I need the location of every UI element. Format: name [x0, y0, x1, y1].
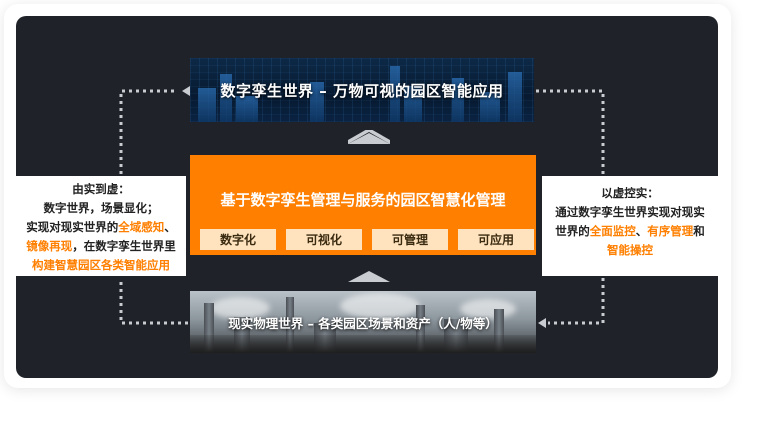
virtual-to-real-box: 以虚控实： 通过数字孪生世界实现对现实 世界的全面监控、有序管理和 智能操控 — [542, 176, 718, 276]
highlight-text: 全面监控 — [589, 224, 636, 238]
chip-manageable: 可管理 — [372, 229, 448, 250]
highlight-text: 镜像再现 — [26, 239, 73, 253]
digital-world-banner: 数字孪生世界 – 万物可视的园区智能应用 — [190, 58, 534, 122]
left-connector-upper — [119, 89, 178, 174]
right-box-line: 世界的全面监控、有序管理和 — [542, 222, 718, 241]
right-connector-upper — [536, 89, 605, 174]
right-connector-lower — [548, 278, 605, 325]
left-box-text: 、 — [164, 220, 176, 234]
left-box-text: 实现对现实世界的 — [26, 220, 119, 234]
right-box-text: 世界的 — [555, 224, 590, 238]
right-box-text: 和 — [693, 224, 705, 238]
right-box-text: 、 — [635, 224, 648, 238]
left-box-line: 实现对现实世界的全域感知、 — [16, 218, 186, 237]
chip-applicable: 可应用 — [458, 229, 534, 250]
real-to-virtual-box: 由实到虚： 数字世界，场景显化； 实现对现实世界的全域感知、 镜像再现，在数字孪… — [16, 176, 186, 276]
core-title: 基于数字孪生管理与服务的园区智慧化管理 — [220, 191, 506, 209]
right-box-heading: 以虚控实： — [601, 186, 659, 200]
left-box-heading: 由实到虚： — [72, 182, 130, 196]
left-box-line: 构建智慧园区各类智能应用 — [16, 256, 186, 275]
core-management-box: 基于数字孪生管理与服务的园区智慧化管理 数字化 可视化 可管理 可应用 — [190, 155, 536, 255]
highlight-text: 构建智慧园区各类智能应用 — [32, 258, 170, 272]
digital-world-title: 数字孪生世界 – 万物可视的园区智能应用 — [220, 81, 504, 100]
chevron-up-icon — [348, 271, 390, 282]
physical-world-banner: 现实物理世界 – 各类园区场景和资产（人/物等） — [190, 291, 536, 353]
highlight-text: 全域感知 — [118, 220, 165, 234]
left-connector-lower — [119, 278, 188, 325]
physical-world-title: 现实物理世界 – 各类园区场景和资产（人/物等） — [228, 315, 498, 331]
highlight-text: 智能操控 — [607, 243, 653, 257]
chevron-up-icon — [348, 130, 390, 144]
chip-digitization: 数字化 — [200, 229, 276, 250]
right-box-line: 通过数字孪生世界实现对现实 — [555, 205, 705, 219]
left-box-text: ，在数字孪生世界里 — [72, 239, 176, 253]
chip-visualization: 可视化 — [286, 229, 362, 250]
arrow-head-bottom-right — [538, 318, 546, 328]
left-box-line: 镜像再现，在数字孪生世界里 — [16, 237, 186, 256]
arrow-head-top-left — [182, 86, 190, 96]
right-box-line: 智能操控 — [542, 241, 718, 260]
capability-chips: 数字化 可视化 可管理 可应用 — [200, 229, 534, 250]
highlight-text: 有序管理 — [647, 224, 694, 238]
left-box-line: 数字世界，场景显化； — [43, 201, 159, 215]
